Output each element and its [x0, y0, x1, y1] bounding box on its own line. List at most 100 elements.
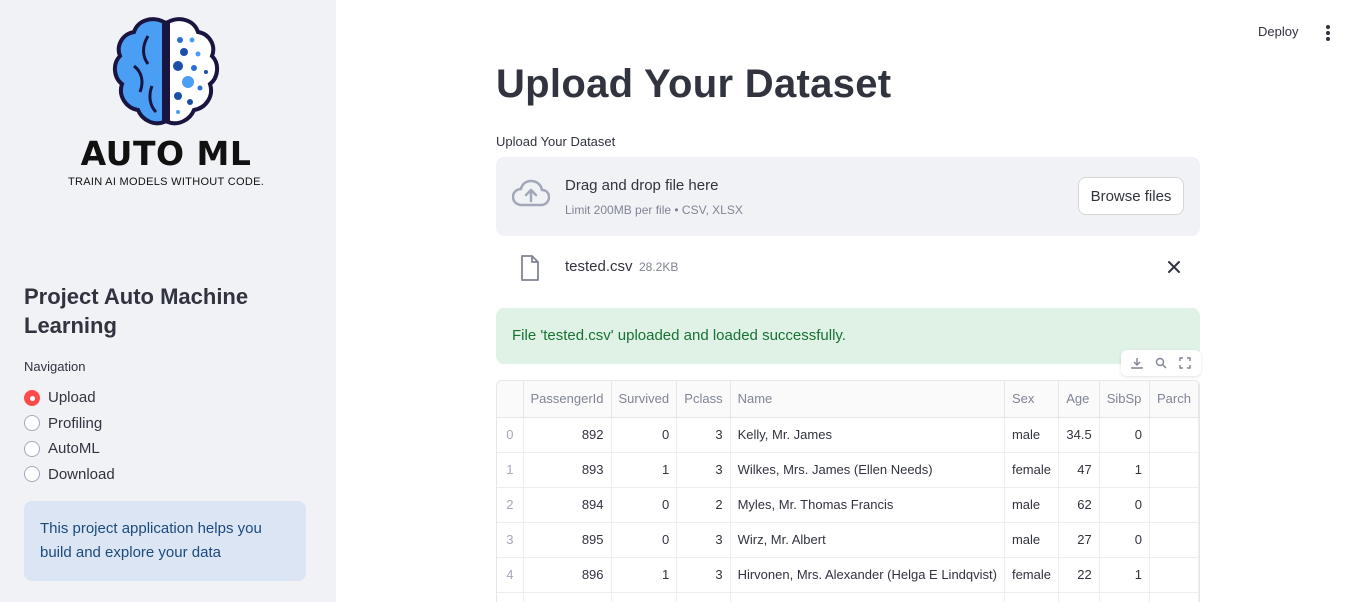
column-header[interactable]: Pclass — [676, 381, 731, 418]
table-cell[interactable]: Hirvonen, Mrs. Alexander (Helga E Lindqv… — [730, 557, 1005, 593]
deploy-button[interactable]: Deploy — [1250, 20, 1306, 46]
table-cell[interactable]: Wirz, Mr. Albert — [730, 522, 1005, 558]
table-cell[interactable]: 47 — [1058, 452, 1100, 488]
sidebar: AUTO ML TRAIN AI MODELS WITHOUT CODE. Pr… — [0, 0, 336, 602]
column-header[interactable]: Name — [730, 381, 1005, 418]
table-cell[interactable]: 3 — [676, 522, 731, 558]
radio-unchecked-icon[interactable] — [24, 415, 40, 432]
table-cell[interactable]: female — [1004, 557, 1060, 593]
table-row[interactable]: 0 892 0 3 Kelly, Mr. James male 34.5 0 — [497, 417, 1199, 453]
project-title: Project Auto Machine Learning — [24, 284, 249, 338]
dataframe-table[interactable]: PassengerId Survived Pclass Name Sex Age… — [496, 380, 1200, 602]
nav-option-download[interactable]: Download — [24, 462, 115, 488]
search-icon[interactable] — [1153, 355, 1169, 371]
kebab-menu-icon[interactable] — [1318, 22, 1338, 44]
column-header[interactable]: Parch — [1149, 381, 1199, 418]
table-cell[interactable]: 62 — [1058, 487, 1100, 523]
page-title: Upload Your Dataset — [496, 62, 892, 106]
download-icon[interactable] — [1129, 355, 1145, 371]
nav-option-profiling[interactable]: Profiling — [24, 411, 115, 437]
table-cell[interactable]: 34.5 — [1058, 417, 1100, 453]
column-header[interactable]: Survived — [611, 381, 678, 418]
table-cell[interactable]: 1 — [1099, 452, 1151, 488]
table-cell[interactable]: 0 — [1099, 522, 1151, 558]
nav-option-upload[interactable]: Upload — [24, 385, 115, 411]
dropzone-title: Drag and drop file here — [565, 177, 719, 194]
table-row[interactable] — [497, 592, 1199, 602]
table-cell[interactable]: male — [1004, 522, 1060, 558]
table-cell[interactable] — [1004, 592, 1060, 602]
table-cell[interactable]: 0 — [611, 417, 678, 453]
table-cell[interactable] — [1149, 452, 1199, 488]
table-cell[interactable]: 894 — [523, 487, 612, 523]
table-cell[interactable]: 3 — [676, 557, 731, 593]
table-cell[interactable]: 896 — [523, 557, 612, 593]
table-cell[interactable]: 0 — [611, 487, 678, 523]
table-cell[interactable] — [523, 592, 612, 602]
radio-checked-icon[interactable] — [24, 389, 40, 406]
table-cell[interactable]: 1 — [611, 452, 678, 488]
table-cell[interactable] — [1099, 592, 1151, 602]
browse-files-button[interactable]: Browse files — [1078, 177, 1184, 215]
table-cell[interactable]: 0 — [1099, 417, 1151, 453]
table-cell[interactable] — [676, 592, 731, 602]
table-cell[interactable] — [1149, 487, 1199, 523]
table-cell[interactable] — [1149, 592, 1199, 602]
table-cell[interactable] — [1058, 592, 1100, 602]
logo-subtitle: TRAIN AI MODELS WITHOUT CODE. — [67, 176, 265, 188]
table-cell[interactable]: Kelly, Mr. James — [730, 417, 1005, 453]
table-cell[interactable]: female — [1004, 452, 1060, 488]
table-row[interactable]: 3 895 0 3 Wirz, Mr. Albert male 27 0 — [497, 522, 1199, 558]
table-cell[interactable]: 895 — [523, 522, 612, 558]
uploaded-file-row: tested.csv 28.2KB — [496, 250, 1200, 286]
success-alert: File 'tested.csv' uploaded and loaded su… — [496, 308, 1200, 364]
file-dropzone[interactable]: Drag and drop file here Limit 200MB per … — [496, 157, 1200, 236]
column-header[interactable]: SibSp — [1099, 381, 1151, 418]
table-cell[interactable] — [1149, 522, 1199, 558]
nav-option-label: Profiling — [48, 414, 103, 432]
table-cell[interactable]: 27 — [1058, 522, 1100, 558]
fullscreen-icon[interactable] — [1177, 355, 1193, 371]
file-uploader-label: Upload Your Dataset — [496, 134, 616, 149]
table-cell[interactable]: 3 — [676, 417, 731, 453]
table-cell[interactable]: Myles, Mr. Thomas Francis — [730, 487, 1005, 523]
table-cell[interactable]: 2 — [676, 487, 731, 523]
logo-title: AUTO ML — [80, 134, 252, 173]
table-cell[interactable]: 3 — [676, 452, 731, 488]
table-cell[interactable]: 892 — [523, 417, 612, 453]
table-cell[interactable]: 0 — [611, 522, 678, 558]
table-cell[interactable] — [611, 592, 678, 602]
column-header[interactable]: Age — [1058, 381, 1100, 418]
table-cell[interactable] — [1149, 557, 1199, 593]
cloud-upload-icon — [512, 179, 550, 207]
row-index: 2 — [497, 487, 524, 523]
column-header[interactable]: Sex — [1004, 381, 1060, 418]
column-header[interactable] — [497, 381, 524, 418]
radio-unchecked-icon[interactable] — [24, 466, 40, 483]
table-cell[interactable]: 893 — [523, 452, 612, 488]
close-icon[interactable] — [1166, 259, 1182, 275]
brain-logo-icon — [113, 17, 219, 126]
table-cell[interactable]: male — [1004, 417, 1060, 453]
uploaded-file-size: 28.2KB — [639, 260, 679, 274]
table-cell[interactable]: 0 — [1099, 487, 1151, 523]
table-cell[interactable] — [730, 592, 1005, 602]
table-cell[interactable]: 1 — [1099, 557, 1151, 593]
row-index: 1 — [497, 452, 524, 488]
table-cell[interactable]: male — [1004, 487, 1060, 523]
column-header[interactable]: PassengerId — [523, 381, 612, 418]
table-row[interactable]: 1 893 1 3 Wilkes, Mrs. James (Ellen Need… — [497, 452, 1199, 488]
dropzone-limit: Limit 200MB per file • CSV, XLSX — [565, 203, 743, 217]
table-row[interactable]: 4 896 1 3 Hirvonen, Mrs. Alexander (Helg… — [497, 557, 1199, 593]
app-logo: AUTO ML TRAIN AI MODELS WITHOUT CODE. — [56, 16, 276, 191]
radio-unchecked-icon[interactable] — [24, 440, 40, 457]
row-index — [497, 592, 524, 602]
navigation-label: Navigation — [24, 359, 86, 374]
row-index: 4 — [497, 557, 524, 593]
table-cell[interactable] — [1149, 417, 1199, 453]
table-row[interactable]: 2 894 0 2 Myles, Mr. Thomas Francis male… — [497, 487, 1199, 523]
nav-option-automl[interactable]: AutoML — [24, 436, 115, 462]
table-cell[interactable]: 1 — [611, 557, 678, 593]
table-cell[interactable]: Wilkes, Mrs. James (Ellen Needs) — [730, 452, 1005, 488]
table-cell[interactable]: 22 — [1058, 557, 1100, 593]
